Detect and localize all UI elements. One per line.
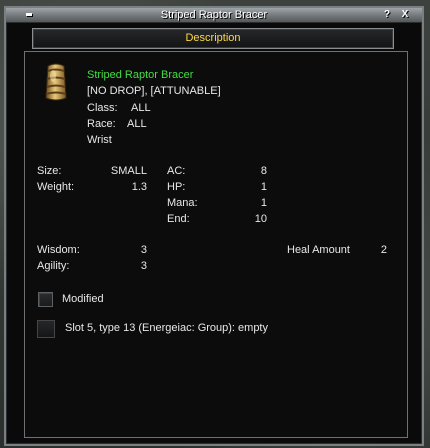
slot-value: Wrist xyxy=(87,134,112,146)
ac-value: 8 xyxy=(260,165,267,177)
weight-label: Weight: xyxy=(37,181,75,193)
window-titlebar[interactable]: Striped Raptor Bracer ? X xyxy=(6,8,422,23)
weight-value: 1.3 xyxy=(131,181,147,193)
end-value: 10 xyxy=(254,213,267,225)
class-label: Class: xyxy=(87,102,118,114)
agility-label: Agility: xyxy=(37,260,70,272)
item-description-panel: Striped Raptor Bracer [NO DROP], [ATTUNA… xyxy=(24,51,408,438)
class-value: ALL xyxy=(131,102,151,114)
augment-slot-icon[interactable] xyxy=(37,320,55,338)
wisdom-label: Wisdom: xyxy=(37,244,80,256)
size-value: SMALL xyxy=(110,165,147,177)
bracer-icon xyxy=(41,62,71,102)
hp-value: 1 xyxy=(260,181,267,193)
heal-amount-value: 2 xyxy=(380,244,387,256)
item-name: Striped Raptor Bracer xyxy=(87,69,194,81)
race-value: ALL xyxy=(127,118,147,130)
modified-label: Modified xyxy=(62,293,104,305)
modified-checkbox[interactable] xyxy=(38,292,53,307)
agility-value: 3 xyxy=(140,260,147,272)
description-title: Description xyxy=(185,32,241,44)
size-label: Size: xyxy=(37,165,62,177)
augment-slot-text: Slot 5, type 13 (Energeiac: Group): empt… xyxy=(65,322,268,334)
item-display-window[interactable]: Striped Raptor Bracer ? X Description St… xyxy=(4,6,424,446)
wisdom-value: 3 xyxy=(140,244,147,256)
mana-label: Mana: xyxy=(167,197,198,209)
hp-label: HP: xyxy=(167,181,186,193)
race-label: Race: xyxy=(87,118,116,130)
ac-label: AC: xyxy=(167,165,186,177)
mana-value: 1 xyxy=(260,197,267,209)
description-header: Description xyxy=(32,28,394,49)
end-label: End: xyxy=(167,213,190,225)
close-button[interactable]: X xyxy=(398,9,412,21)
window-title: Striped Raptor Bracer xyxy=(160,9,268,21)
heal-amount-label: Heal Amount xyxy=(287,244,350,256)
help-button[interactable]: ? xyxy=(380,9,394,21)
item-flags: [NO DROP], [ATTUNABLE] xyxy=(87,85,221,97)
